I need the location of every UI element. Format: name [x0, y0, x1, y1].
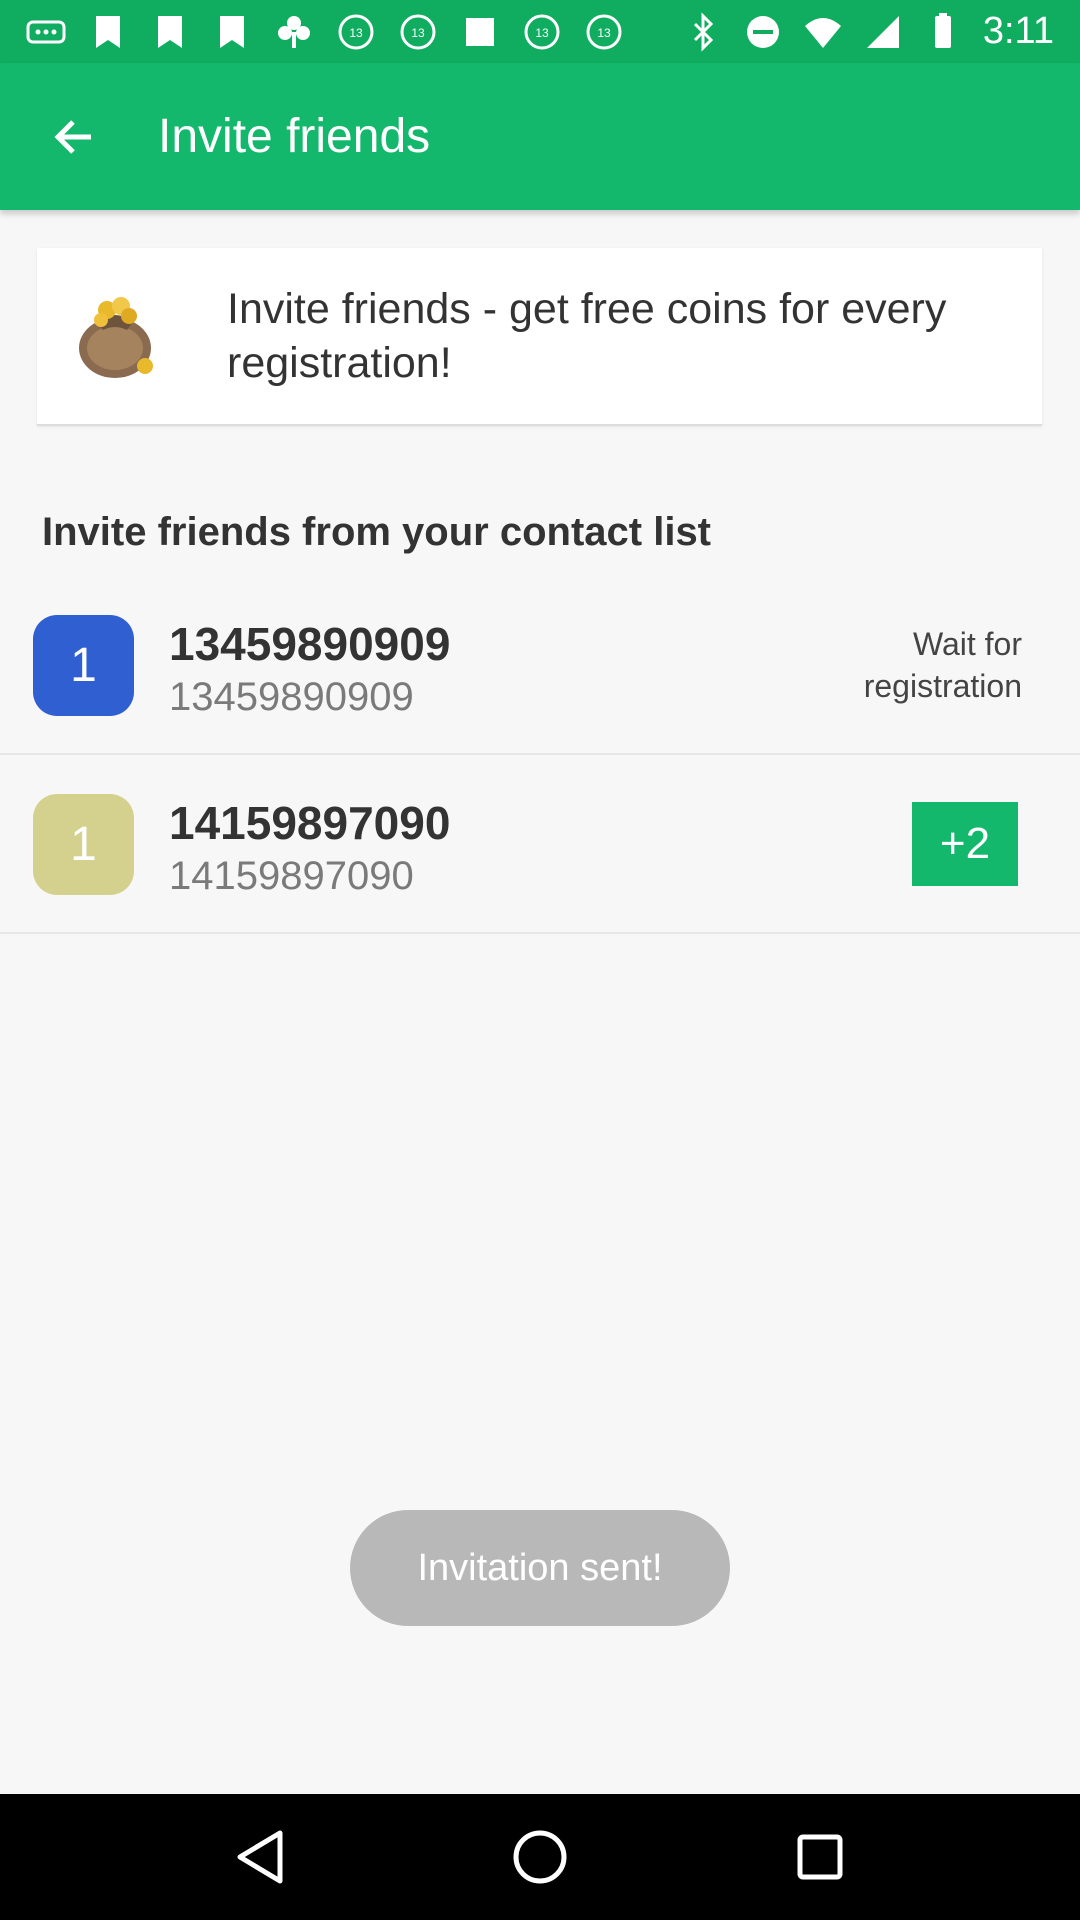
promo-card: Invite friends - get free coins for ever… [37, 248, 1042, 426]
arrow-back-icon [54, 119, 91, 154]
status-bar: 13 13 13 13 3:11 [0, 0, 1080, 63]
nav-back-button[interactable] [225, 1822, 295, 1892]
section-title: Invite friends from your contact list [42, 510, 712, 554]
bookmark-icon [158, 15, 182, 48]
app-bar: Invite friends [0, 63, 1080, 210]
contact-number: 13459890909 [169, 675, 414, 719]
contact-name: 14159897090 [169, 797, 451, 849]
club-icon [278, 15, 310, 48]
battery-icon [934, 12, 951, 48]
promo-text: Invite friends - get free coins for ever… [227, 285, 947, 387]
square-icon [466, 17, 494, 46]
coin-bag-icon [79, 297, 153, 378]
toast-message: Invitation sent! [350, 1510, 730, 1626]
svg-text:13: 13 [411, 26, 425, 40]
page-title: Invite friends [158, 110, 431, 163]
contact-number: 14159897090 [169, 854, 414, 898]
circle-home-icon [513, 1830, 567, 1884]
bookmark-icon [220, 15, 244, 48]
abc13-icon: 13 [400, 14, 436, 49]
signal-icon [866, 15, 899, 48]
contact-badge: 1 [33, 794, 134, 895]
abc13-icon: 13 [586, 14, 622, 49]
do-not-disturb-icon [746, 15, 779, 48]
contact-badge: 1 [33, 615, 134, 716]
svg-text:13: 13 [349, 26, 363, 40]
svg-text:13: 13 [597, 26, 611, 40]
status-time: 3:11 [982, 10, 1054, 52]
invite-reward-button[interactable]: +2 [912, 802, 1018, 886]
triangle-back-icon [237, 1830, 283, 1884]
bluetooth-icon [693, 11, 713, 52]
contact-row[interactable]: 1 14159897090 14159897090 +2 [0, 756, 1080, 934]
contact-row[interactable]: 1 13459890909 13459890909 Wait for regis… [0, 577, 1080, 755]
nav-recents-button[interactable] [785, 1822, 855, 1892]
back-button[interactable] [0, 63, 148, 210]
nav-home-button[interactable] [505, 1822, 575, 1892]
invite-friends-screen: 13 13 13 13 3:11 Invite friends Invite f… [0, 0, 1080, 1920]
abc13-icon: 13 [338, 14, 374, 49]
more-icon [26, 20, 66, 43]
bookmark-icon [96, 15, 120, 48]
square-recents-icon [797, 1834, 843, 1880]
registration-status: Wait for registration [863, 626, 1022, 704]
wifi-icon [804, 17, 841, 48]
svg-text:13: 13 [535, 26, 549, 40]
system-nav-bar [0, 1794, 1080, 1920]
contact-name: 13459890909 [169, 618, 451, 670]
abc13-icon: 13 [524, 14, 560, 49]
